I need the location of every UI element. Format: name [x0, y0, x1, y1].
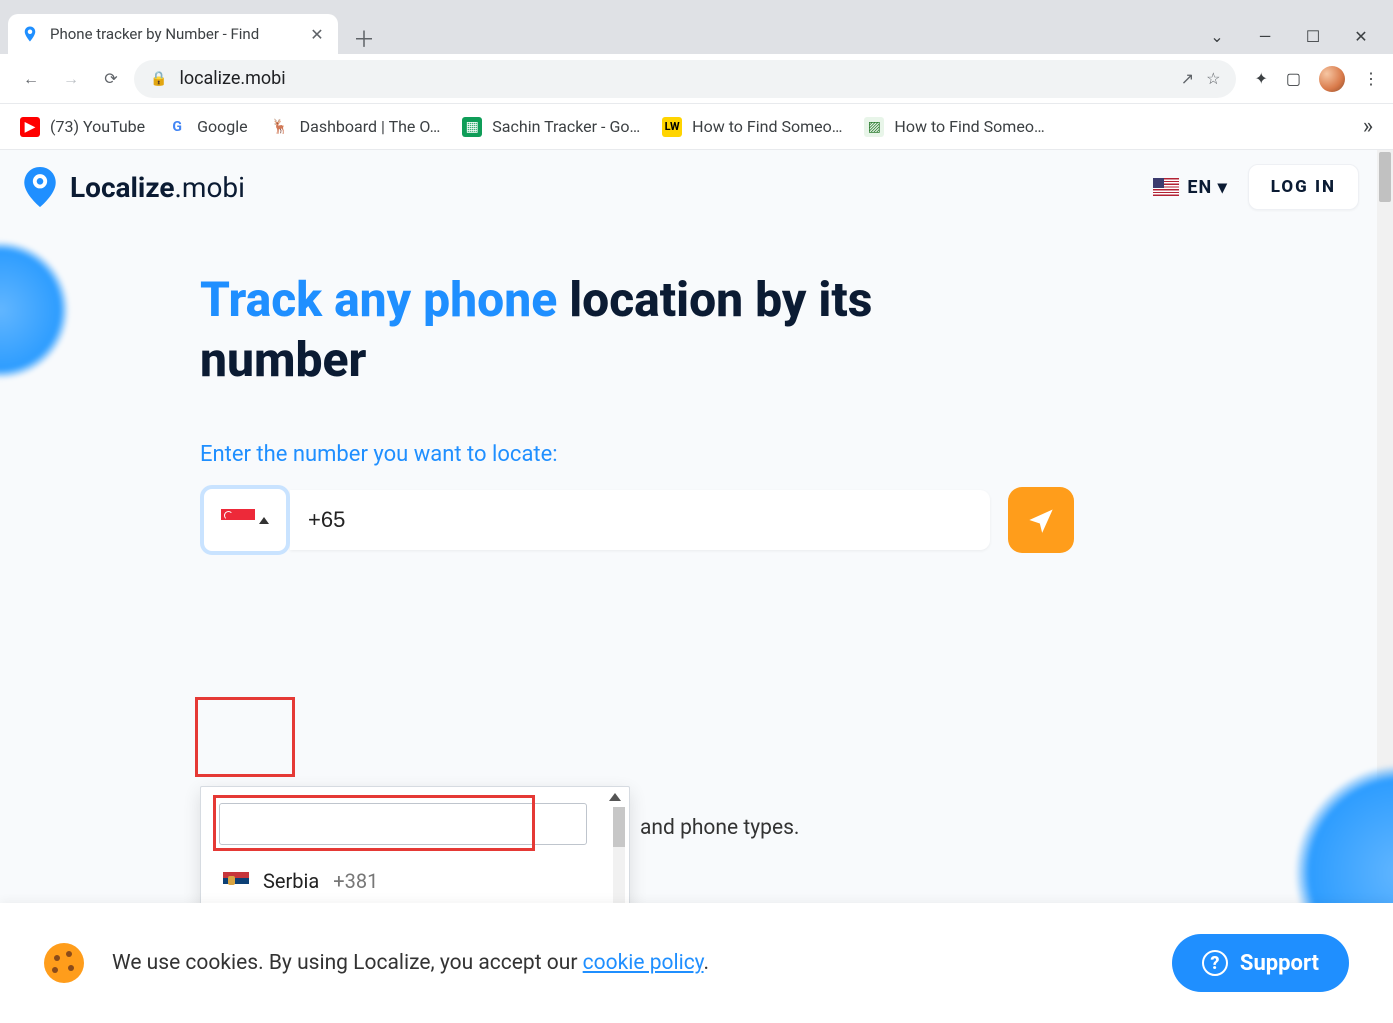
- cookie-policy-link[interactable]: cookie policy: [583, 951, 704, 975]
- location-pin-icon: [20, 24, 40, 44]
- nav-reload-button[interactable]: ⟳: [94, 62, 128, 96]
- bookmark-label: How to Find Someo…: [894, 117, 1044, 136]
- singapore-flag-icon: [221, 509, 255, 531]
- phone-number-input[interactable]: [290, 490, 990, 550]
- headline-accent: Track any phone: [200, 271, 557, 328]
- language-selector[interactable]: EN ▾: [1153, 177, 1227, 198]
- star-icon[interactable]: ☆: [1206, 69, 1220, 88]
- page-headline: Track any phone location by its number: [200, 270, 1020, 390]
- profile-avatar[interactable]: [1319, 66, 1345, 92]
- address-bar[interactable]: 🔒 localize.mobi ↗ ☆: [134, 60, 1236, 98]
- locate-button[interactable]: [1008, 487, 1074, 553]
- extensions-icon[interactable]: ✦: [1254, 69, 1267, 88]
- browser-chrome: Phone tracker by Number - Find ✕ ＋ ⌄ — ☐…: [0, 0, 1393, 150]
- browser-menu-icon[interactable]: ⋮: [1363, 69, 1379, 88]
- image-icon: ▨: [864, 117, 884, 137]
- help-icon: ?: [1202, 950, 1228, 976]
- brand-light: .mobi: [175, 171, 245, 204]
- window-controls: ⌄ — ☐ ✕: [1207, 27, 1393, 54]
- phone-input-row: [200, 485, 1393, 555]
- caret-up-icon: [259, 517, 269, 524]
- dropdown-scroll-thumb[interactable]: [613, 807, 625, 847]
- new-tab-button[interactable]: ＋: [348, 22, 380, 54]
- us-flag-icon: [1153, 178, 1179, 196]
- cookie-text: We use cookies. By using Localize, you a…: [112, 951, 709, 975]
- language-label: EN ▾: [1187, 177, 1227, 198]
- dropdown-scroll-up-icon[interactable]: [609, 793, 621, 801]
- support-label: Support: [1240, 951, 1319, 976]
- bookmark-howto-2[interactable]: ▨ How to Find Someo…: [864, 117, 1044, 137]
- tab-title: Phone tracker by Number - Find: [50, 25, 298, 43]
- browser-toolbar: ← → ⟳ 🔒 localize.mobi ↗ ☆ ✦ ▢ ⋮: [0, 54, 1393, 104]
- phone-field-label: Enter the number you want to locate:: [200, 442, 1393, 467]
- site-logo[interactable]: Localize.mobi: [22, 167, 245, 207]
- sheets-icon: ▦: [462, 117, 482, 137]
- bookmark-sachin-tracker[interactable]: ▦ Sachin Tracker - Go…: [462, 117, 640, 137]
- serbia-flag-icon: [223, 872, 249, 890]
- nav-back-button[interactable]: ←: [14, 62, 48, 96]
- window-minimize-button[interactable]: —: [1255, 27, 1275, 46]
- country-code-selector[interactable]: [200, 485, 290, 555]
- window-maximize-button[interactable]: ☐: [1303, 27, 1323, 46]
- logo-pin-icon: [22, 167, 58, 207]
- bookmark-youtube[interactable]: ▶ (73) YouTube: [20, 117, 145, 137]
- tab-close-icon[interactable]: ✕: [308, 25, 326, 43]
- annotation-highlight-country: [195, 697, 295, 777]
- country-code: +381: [333, 869, 378, 893]
- page-content: Localize.mobi EN ▾ LOG IN Track any phon…: [0, 150, 1393, 1023]
- bookmark-label: Dashboard | The O…: [300, 117, 441, 136]
- bookmark-dashboard[interactable]: 🦌 Dashboard | The O…: [270, 117, 441, 137]
- deer-icon: 🦌: [270, 117, 290, 137]
- country-name: Serbia: [263, 869, 319, 893]
- cookie-text-pre: We use cookies. By using Localize, you a…: [112, 951, 583, 975]
- country-search-input[interactable]: [219, 803, 587, 845]
- nav-forward-button[interactable]: →: [54, 62, 88, 96]
- lw-icon: LW: [662, 117, 682, 137]
- youtube-icon: ▶: [20, 117, 40, 137]
- cookie-text-post: .: [704, 951, 710, 975]
- country-option-serbia[interactable]: Serbia +381: [201, 855, 629, 907]
- compatibility-note-tail: and phone types.: [640, 816, 799, 840]
- bookmarks-overflow-button[interactable]: »: [1363, 114, 1373, 139]
- url-text: localize.mobi: [179, 68, 1168, 89]
- share-icon[interactable]: ↗: [1181, 69, 1194, 88]
- bookmark-label: Sachin Tracker - Go…: [492, 117, 640, 136]
- bookmark-label: How to Find Someo…: [692, 117, 842, 136]
- hero-section: Track any phone location by its number E…: [0, 224, 1393, 555]
- bookmarks-bar: ▶ (73) YouTube G Google 🦌 Dashboard | Th…: [0, 104, 1393, 150]
- browser-tab[interactable]: Phone tracker by Number - Find ✕: [8, 14, 338, 54]
- cookie-banner: We use cookies. By using Localize, you a…: [0, 903, 1393, 1023]
- bookmark-google[interactable]: G Google: [167, 117, 248, 137]
- support-button[interactable]: ? Support: [1172, 934, 1349, 992]
- location-arrow-icon: [1027, 506, 1055, 534]
- site-header: Localize.mobi EN ▾ LOG IN: [0, 150, 1393, 224]
- bookmark-howto-1[interactable]: LW How to Find Someo…: [662, 117, 842, 137]
- bookmark-label: (73) YouTube: [50, 117, 145, 136]
- scrollbar-thumb[interactable]: [1379, 152, 1391, 202]
- brand-bold: Localize: [70, 171, 175, 204]
- page-scrollbar[interactable]: [1377, 150, 1393, 1023]
- side-panel-icon[interactable]: ▢: [1286, 69, 1301, 88]
- cookie-icon: [44, 943, 84, 983]
- tabs-chevron-icon[interactable]: ⌄: [1207, 27, 1227, 46]
- login-button[interactable]: LOG IN: [1248, 164, 1359, 210]
- lock-icon: 🔒: [150, 71, 167, 87]
- tab-strip: Phone tracker by Number - Find ✕ ＋ ⌄ — ☐…: [0, 0, 1393, 54]
- window-close-button[interactable]: ✕: [1351, 27, 1371, 46]
- bookmark-label: Google: [197, 117, 248, 136]
- google-icon: G: [167, 117, 187, 137]
